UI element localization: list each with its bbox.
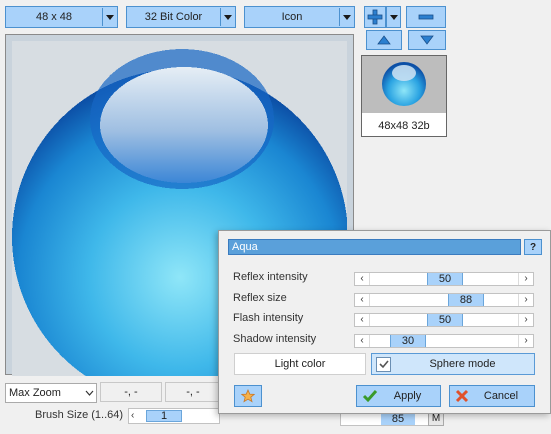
color-depth-value: 32 Bit Color xyxy=(144,11,203,23)
dialog-title: Aqua xyxy=(228,239,521,255)
help-button[interactable]: ? xyxy=(524,239,542,255)
add-format-dropdown[interactable] xyxy=(386,6,401,28)
cursor-coordinates: -, - xyxy=(100,382,162,402)
shadow-intensity-value[interactable]: 30 xyxy=(390,335,426,347)
close-icon xyxy=(455,389,469,403)
cancel-button[interactable]: Cancel xyxy=(449,385,535,407)
slider-right-arrow[interactable]: › xyxy=(518,273,533,285)
star-icon xyxy=(241,389,255,403)
chevron-down-icon[interactable] xyxy=(339,8,353,26)
brush-size-slider[interactable]: ‹ 1 xyxy=(128,408,220,424)
reflex-size-value[interactable]: 88 xyxy=(448,294,484,306)
chevron-down-icon xyxy=(389,14,398,20)
apply-button[interactable]: Apply xyxy=(356,385,441,407)
format-preview-tile[interactable]: 48x48 32b xyxy=(361,55,447,137)
cancel-label: Cancel xyxy=(483,390,519,402)
shadow-intensity-slider[interactable]: ‹ 30 › xyxy=(354,334,534,348)
type-select[interactable]: Icon xyxy=(244,6,355,28)
preview-caption: 48x48 32b xyxy=(378,120,430,132)
reflex-intensity-slider[interactable]: ‹ 50 › xyxy=(354,272,534,286)
color-depth-select[interactable]: 32 Bit Color xyxy=(126,6,236,28)
move-up-button[interactable] xyxy=(366,30,402,50)
apply-label: Apply xyxy=(393,390,422,402)
chevron-down-icon[interactable] xyxy=(220,8,234,26)
sphere-mode-label: Sphere mode xyxy=(429,358,496,370)
sphere-mode-checkbox[interactable] xyxy=(376,356,391,372)
selection-coordinates: -, - xyxy=(165,382,221,402)
slider-left-arrow[interactable]: ‹ xyxy=(355,273,370,285)
slider-left-arrow[interactable]: ‹ xyxy=(355,335,370,347)
plus-icon xyxy=(367,9,383,25)
slider-right-arrow[interactable]: › xyxy=(518,314,533,326)
checkmark-icon xyxy=(362,390,378,403)
reflex-size-slider[interactable]: ‹ 88 › xyxy=(354,293,534,307)
sphere-mode-toggle[interactable]: Sphere mode xyxy=(371,353,535,375)
aqua-effect-dialog: Aqua ? Reflex intensity ‹ 50 › Reflex si… xyxy=(218,230,551,414)
slider-left-arrow[interactable]: ‹ xyxy=(131,410,134,421)
flash-intensity-slider[interactable]: ‹ 50 › xyxy=(354,313,534,327)
minus-icon xyxy=(418,14,434,20)
arrow-up-icon xyxy=(377,35,391,45)
light-color-label: Light color xyxy=(274,358,326,370)
light-color-button[interactable]: Light color xyxy=(234,353,366,375)
brush-size-label: Brush Size (1..64) xyxy=(35,409,124,421)
slider-left-arrow[interactable]: ‹ xyxy=(355,294,370,306)
reflex-intensity-label: Reflex intensity xyxy=(233,271,308,283)
slider-right-arrow[interactable]: › xyxy=(518,294,533,306)
bottom-right-button[interactable]: M xyxy=(428,412,444,426)
reflex-intensity-value[interactable]: 50 xyxy=(427,273,463,285)
add-format-button[interactable] xyxy=(364,6,386,28)
remove-format-button[interactable] xyxy=(406,6,446,28)
zoom-select[interactable]: Max Zoom xyxy=(5,383,97,403)
favorites-button[interactable] xyxy=(234,385,262,407)
zoom-select-value: Max Zoom xyxy=(9,387,61,399)
arrow-down-icon xyxy=(420,35,434,45)
flash-intensity-label: Flash intensity xyxy=(233,312,304,324)
size-select[interactable]: 48 x 48 xyxy=(5,6,118,28)
slider-right-arrow[interactable]: › xyxy=(518,335,533,347)
size-select-value: 48 x 48 xyxy=(35,11,73,23)
type-select-value: Icon xyxy=(281,11,303,23)
chevron-down-icon[interactable] xyxy=(82,390,96,396)
sphere-icon xyxy=(382,62,426,106)
chevron-down-icon[interactable] xyxy=(102,8,116,26)
slider-left-arrow[interactable]: ‹ xyxy=(355,314,370,326)
brush-size-value[interactable]: 1 xyxy=(146,410,182,422)
move-down-button[interactable] xyxy=(408,30,446,50)
shadow-intensity-label: Shadow intensity xyxy=(233,333,317,345)
bottom-right-slider-value[interactable]: 85 xyxy=(381,413,415,425)
help-icon: ? xyxy=(529,241,537,253)
checkmark-icon xyxy=(378,359,389,368)
flash-intensity-value[interactable]: 50 xyxy=(427,314,463,326)
reflex-size-label: Reflex size xyxy=(233,292,287,304)
